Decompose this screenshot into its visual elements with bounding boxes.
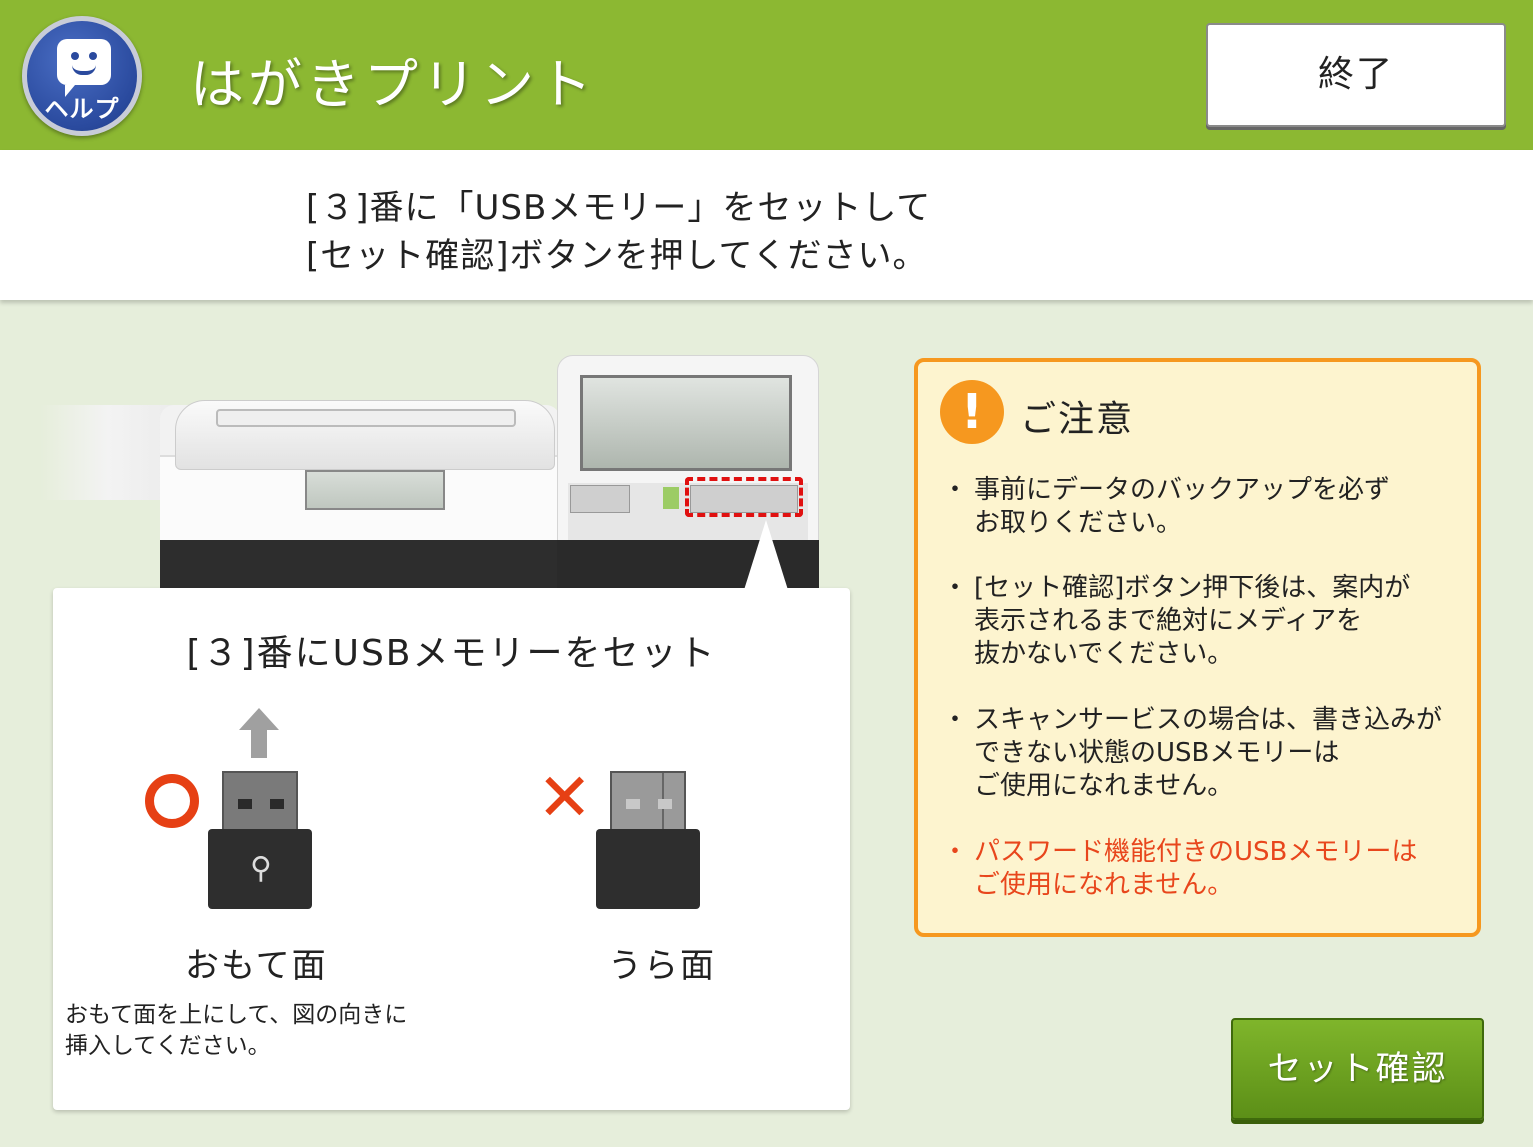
cross-ng-icon: ✕ xyxy=(537,759,593,836)
printer-illustration xyxy=(40,355,820,590)
printer-lid xyxy=(175,400,555,470)
help-eye-left xyxy=(71,52,79,60)
caution-title: ご注意 xyxy=(1020,399,1135,440)
card-pointer xyxy=(744,520,788,590)
caution-item-text: 事前にデータのバックアップを必ず お取りください。 xyxy=(974,474,1474,540)
usb-front-body: ⚲ xyxy=(208,829,312,909)
caution-line: ご使用になれません。 xyxy=(974,771,1234,801)
usb-instruction-card: [３]番にUSBメモリーをセット ⚲ ✕ おもて面 うら面 おもて面を上にして、… xyxy=(53,588,850,1110)
exclamation-icon: ! xyxy=(940,380,1004,444)
page-title: はがきプリント xyxy=(190,53,596,116)
usb-back-hole-left xyxy=(626,799,640,809)
arrow-up-icon xyxy=(239,708,279,758)
usb-front-hole-right xyxy=(270,799,284,809)
caution-line: [セット確認]ボタン押下後は、案内が xyxy=(974,573,1411,603)
caution-line: ご使用になれません。 xyxy=(974,870,1234,900)
caution-item-text: スキャンサービスの場合は、書き込みが できない状態のUSBメモリーは ご使用にな… xyxy=(974,704,1474,803)
set-confirm-button[interactable]: セット確認 xyxy=(1231,1018,1484,1120)
help-label: ヘルプ xyxy=(44,95,120,123)
circle-ok-icon xyxy=(145,774,199,828)
caution-item-text: [セット確認]ボタン押下後は、案内が 表示されるまで絶対にメディアを 抜かないで… xyxy=(974,572,1474,671)
printer-base xyxy=(160,540,560,590)
printer-display xyxy=(305,470,445,510)
front-side-label: おもて面 xyxy=(185,946,328,986)
caution-line: パスワード機能付きのUSBメモリーは xyxy=(974,837,1418,867)
usb-back-icon xyxy=(596,771,700,909)
kiosk-screen xyxy=(580,375,792,471)
caution-item-warning: ・ パスワード機能付きのUSBメモリーは ご使用になれません。 xyxy=(942,836,1462,906)
usb-front-icon: ⚲ xyxy=(208,771,312,909)
help-eye-right xyxy=(89,52,97,60)
usb-front-connector xyxy=(222,771,298,831)
usb-symbol-icon: ⚲ xyxy=(250,851,272,886)
usb-back-connector xyxy=(610,771,686,833)
bullet: ・ xyxy=(942,705,969,735)
caution-item: ・ [セット確認]ボタン押下後は、案内が 表示されるまで絶対にメディアを 抜かな… xyxy=(942,572,1462,672)
caution-item: ・ 事前にデータのバックアップを必ず お取りください。 xyxy=(942,474,1462,544)
caution-line: 事前にデータのバックアップを必ず xyxy=(974,475,1391,505)
bullet: ・ xyxy=(942,837,969,867)
usb-back-body xyxy=(596,829,700,909)
caution-line: スキャンサービスの場合は、書き込みが xyxy=(974,705,1443,735)
chat-bubble-icon xyxy=(57,39,111,97)
instruction-banner: [３]番に「USBメモリー」をセットして [セット確認]ボタンを押してください。 xyxy=(0,150,1533,300)
insert-note-line-2: 挿入してください。 xyxy=(65,1033,271,1059)
usb-slot-highlight xyxy=(685,477,803,517)
usb-front-hole-left xyxy=(238,799,252,809)
instruction-line-1: [３]番に「USBメモリー」をセットして xyxy=(306,188,932,228)
insert-note-line-1: おもて面を上にして、図の向きに xyxy=(65,1002,408,1028)
caution-line: お取りください。 xyxy=(974,508,1183,538)
arrow-stem xyxy=(251,730,267,758)
help-mouth xyxy=(72,65,96,75)
header-bar: ヘルプ はがきプリント 終了 xyxy=(0,0,1533,150)
caution-box: ! ご注意 ・ 事前にデータのバックアップを必ず お取りください。 ・ [セット… xyxy=(914,358,1481,937)
card-slot xyxy=(570,485,630,513)
usb-back-hole-right xyxy=(658,799,672,809)
instruction-line-2: [セット確認]ボタンを押してください。 xyxy=(306,236,928,276)
end-button[interactable]: 終了 xyxy=(1206,23,1506,127)
insert-note: おもて面を上にして、図の向きに 挿入してください。 xyxy=(65,1000,407,1062)
help-button[interactable]: ヘルプ xyxy=(22,16,142,136)
arrow-head xyxy=(239,708,279,730)
caution-item-text: パスワード機能付きのUSBメモリーは ご使用になれません。 xyxy=(974,836,1474,902)
slot-indicator xyxy=(663,487,679,509)
card-title: [３]番にUSBメモリーをセット xyxy=(186,633,717,674)
caution-item: ・ スキャンサービスの場合は、書き込みが できない状態のUSBメモリーは ご使用… xyxy=(942,704,1462,804)
back-side-label: うら面 xyxy=(608,946,716,986)
caution-line: 表示されるまで絶対にメディアを xyxy=(974,606,1363,636)
bullet: ・ xyxy=(942,573,969,603)
printer-lid-inner xyxy=(216,409,516,427)
caution-line: 抜かないでください。 xyxy=(974,639,1234,669)
caution-line: できない状態のUSBメモリーは xyxy=(974,738,1340,768)
bullet: ・ xyxy=(942,475,969,505)
